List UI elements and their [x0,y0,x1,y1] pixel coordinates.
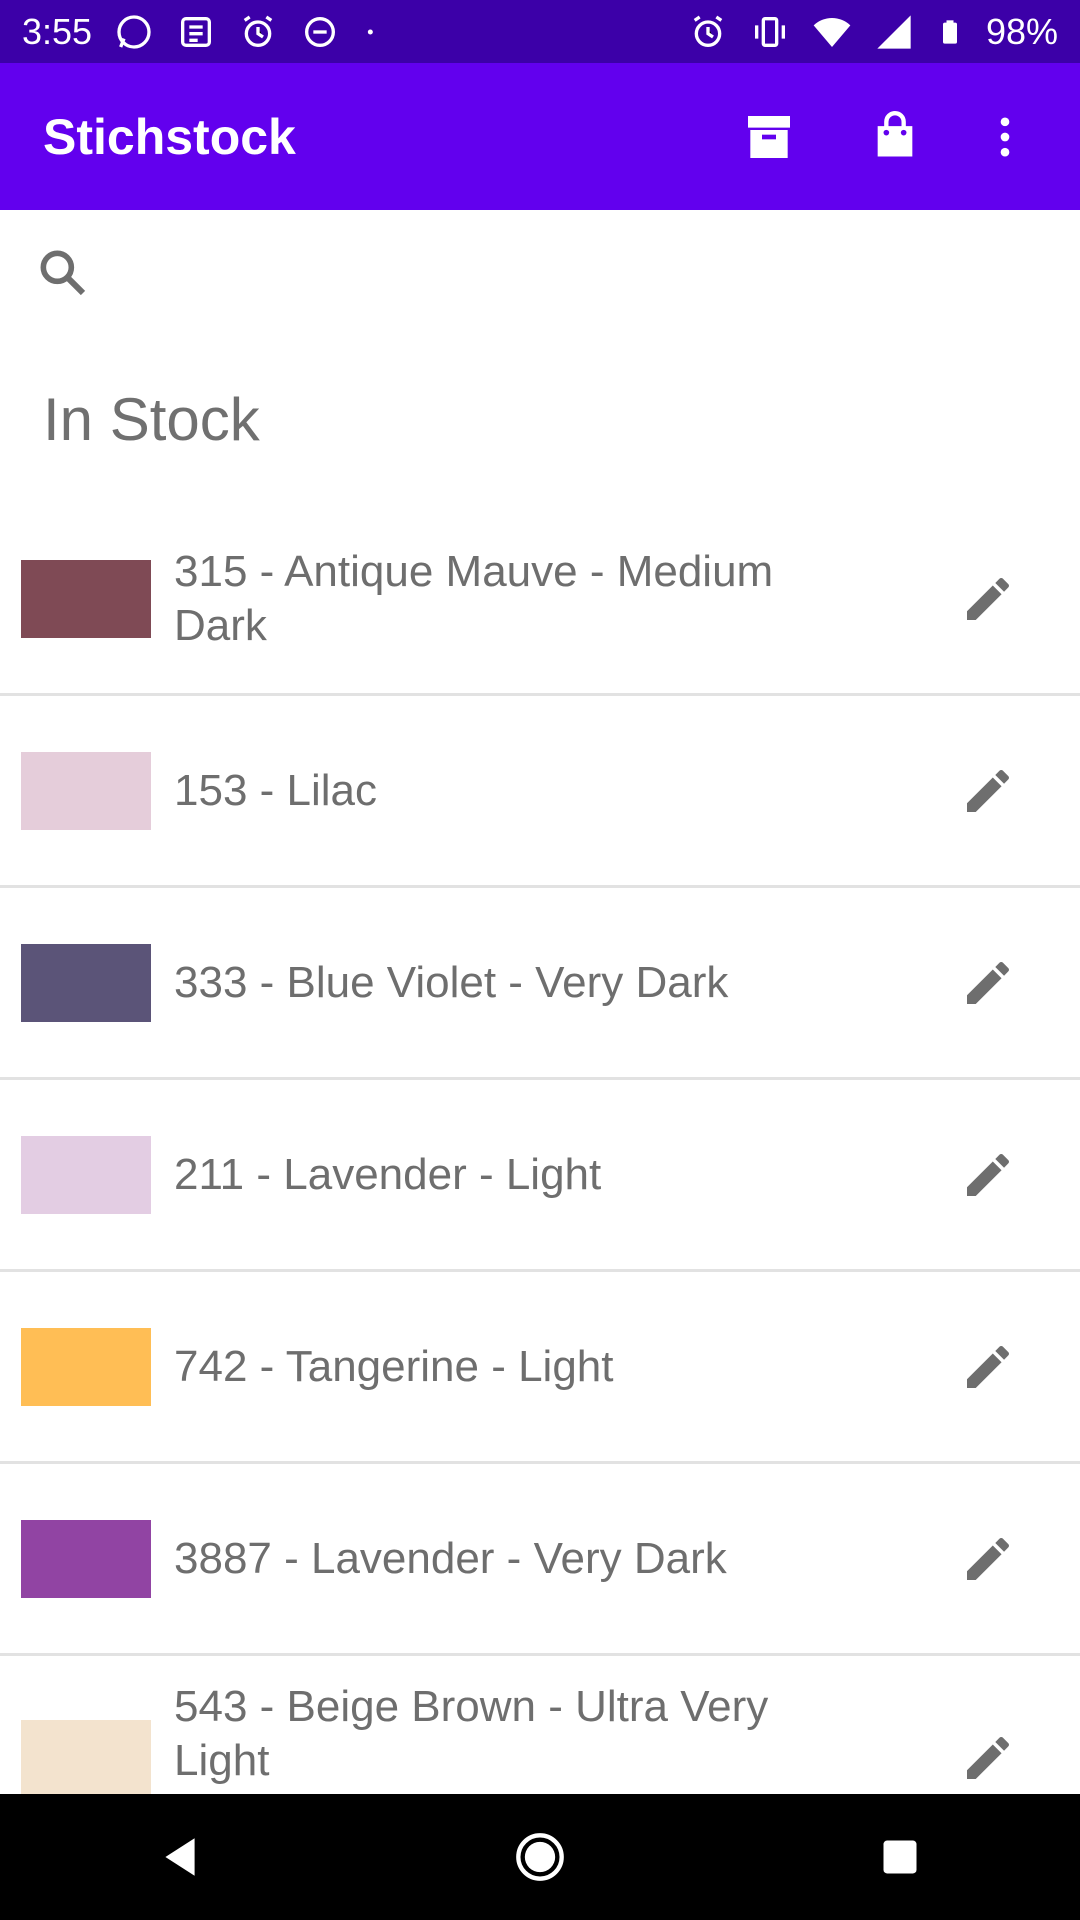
edit-button[interactable] [956,951,1020,1015]
more-vert-icon [1000,117,1010,156]
color-swatch [21,751,151,830]
status-time: 3:55 [22,10,93,52]
color-swatch [21,1519,151,1598]
battery-percent: 98% [985,10,1058,52]
edit-icon [967,769,1010,812]
item-label: 3887 - Lavender - Very Dark [174,1533,727,1583]
home-icon [516,1833,564,1881]
home-button[interactable] [500,1817,580,1897]
edit-button[interactable] [956,1143,1020,1207]
shopping-bag-button[interactable] [863,105,927,169]
item-label: 153 - Lilac [174,765,378,815]
edit-icon [967,1153,1010,1196]
battery-icon [942,19,957,44]
system-nav-bar [0,1794,1080,1920]
edit-icon [967,1736,1010,1779]
edit-icon [967,1345,1010,1388]
back-button[interactable] [140,1817,220,1897]
item-label: 543 - Beige Brown - Ultra Very Light [174,1682,769,1785]
app-title: Stichstock [43,108,296,165]
edit-button[interactable] [956,1527,1020,1591]
dot-icon [367,29,373,34]
edit-button[interactable] [956,1335,1020,1399]
recents-button[interactable] [860,1817,940,1897]
edit-icon [967,577,1010,620]
more-options-button[interactable] [973,105,1037,169]
list-item[interactable]: 315 - Antique Mauve - Medium Dark [0,504,1080,696]
shopping-bag-icon [877,110,913,156]
edit-button[interactable] [956,759,1020,823]
data-saver-icon [305,16,336,47]
alarm-icon [243,15,273,47]
list-item[interactable]: 742 - Tangerine - Light [0,1272,1080,1464]
whatsapp-icon [117,14,151,49]
edit-button[interactable] [956,1726,1020,1790]
color-swatch [21,1720,151,1798]
thread-list: 315 - Antique Mauve - Medium Dark 153 - … [0,504,1080,1848]
news-icon [181,16,212,47]
color-swatch [21,943,151,1022]
section-title: In Stock [43,386,260,453]
vibrate-icon [754,16,785,47]
edit-button[interactable] [956,567,1020,631]
search-input[interactable] [110,231,1080,313]
edit-icon [967,1537,1010,1580]
list-item[interactable]: 153 - Lilac [0,696,1080,888]
back-icon [165,1838,195,1876]
search-bar [0,212,1080,332]
color-swatch [21,559,151,638]
edit-icon [967,961,1010,1004]
item-label: 742 - Tangerine - Light [174,1341,614,1391]
item-label: 333 - Blue Violet - Very Dark [174,957,729,1007]
status-bar: 3:55 98% [0,0,1080,63]
wifi-icon [813,17,851,47]
archive-button[interactable] [737,105,801,169]
color-swatch [21,1135,151,1214]
item-label: 315 - Antique Mauve - Medium Dark [174,546,774,650]
search-icon [40,250,86,296]
list-item[interactable]: 211 - Lavender - Light [0,1080,1080,1272]
recents-icon [883,1840,917,1874]
archive-icon [748,115,790,158]
signal-icon [877,14,911,49]
list-item[interactable]: 333 - Blue Violet - Very Dark [0,888,1080,1080]
list-item[interactable]: 3887 - Lavender - Very Dark [0,1464,1080,1656]
alarm-icon [693,15,723,47]
app-bar: Stichstock [0,63,1080,210]
item-label: 211 - Lavender - Light [174,1149,602,1199]
color-swatch [21,1327,151,1406]
